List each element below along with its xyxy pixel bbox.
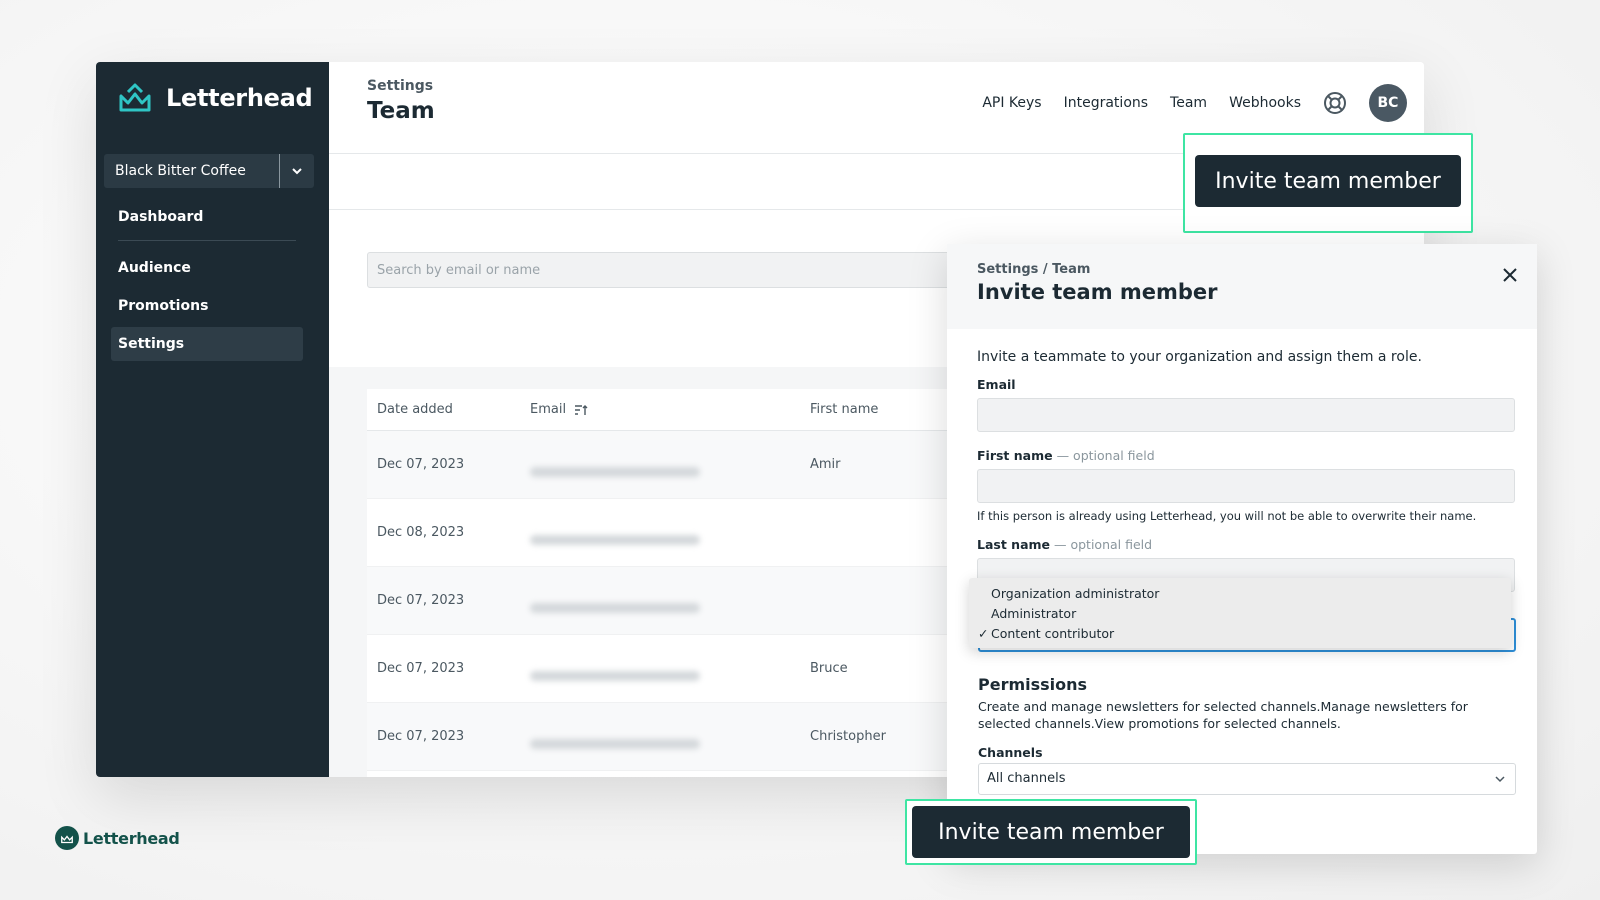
nav-link-team[interactable]: Team bbox=[1170, 95, 1207, 111]
first-name-label: First name — optional field bbox=[977, 448, 1515, 463]
name-help-text: If this person is already using Letterhe… bbox=[977, 509, 1477, 523]
email-field[interactable] bbox=[977, 398, 1515, 432]
permissions-description: Create and manage newsletters for select… bbox=[978, 699, 1468, 731]
redacted-email bbox=[530, 670, 700, 681]
cell-first-name: Christopher bbox=[810, 729, 886, 744]
optional-hint: — optional field bbox=[1050, 537, 1153, 552]
redacted-email bbox=[530, 602, 700, 613]
permissions-title: Permissions bbox=[978, 675, 1088, 694]
letterhead-logo-icon bbox=[55, 826, 79, 850]
nav-link-integrations[interactable]: Integrations bbox=[1064, 95, 1148, 111]
sidebar-item-dashboard[interactable]: Dashboard bbox=[111, 200, 303, 234]
user-avatar[interactable]: BC bbox=[1369, 84, 1407, 122]
role-option-organization-administrator[interactable]: Organization administrator bbox=[969, 584, 1511, 604]
modal-intro: Invite a teammate to your organization a… bbox=[977, 349, 1422, 365]
page-title: Team bbox=[367, 98, 435, 124]
channels-select[interactable]: All channels bbox=[978, 763, 1516, 795]
modal-header: Settings / Team Invite team member bbox=[947, 244, 1537, 329]
role-dropdown-menu: Organization administrator Administrator… bbox=[969, 578, 1511, 648]
cell-date: Dec 07, 2023 bbox=[377, 729, 465, 744]
invite-team-member-button[interactable]: Invite team member bbox=[1195, 155, 1461, 207]
sidebar-item-promotions[interactable]: Promotions bbox=[111, 289, 303, 323]
redacted-email bbox=[530, 466, 700, 477]
channels-label: Channels bbox=[978, 745, 1043, 760]
close-icon[interactable] bbox=[1499, 264, 1521, 286]
modal-title: Invite team member bbox=[977, 280, 1218, 304]
table-row[interactable]: Dec 07, 2023 Amir bbox=[367, 431, 967, 499]
column-label: First name bbox=[810, 402, 879, 417]
cell-date: Dec 07, 2023 bbox=[377, 593, 465, 608]
footer-logo: Letterhead bbox=[55, 826, 180, 850]
search-input[interactable] bbox=[367, 252, 967, 288]
brand-logo[interactable]: Letterhead bbox=[118, 82, 313, 114]
column-header-date-added[interactable]: Date added bbox=[367, 402, 520, 417]
sidebar-nav: Dashboard Audience Promotions Settings bbox=[111, 200, 303, 365]
cell-email-redacted bbox=[520, 589, 800, 613]
cell-first-name: Amir bbox=[810, 457, 841, 472]
table-row[interactable]: Dec 08, 2023 bbox=[367, 499, 967, 567]
email-label: Email bbox=[977, 377, 1016, 392]
cell-email-redacted bbox=[520, 453, 800, 477]
sort-ascending-icon[interactable] bbox=[574, 404, 588, 416]
team-table: Date added Email First name Dec 07, 2023… bbox=[367, 389, 967, 777]
footer-brand-name: Letterhead bbox=[83, 828, 180, 848]
cell-email-redacted bbox=[520, 725, 800, 749]
table-header: Date added Email First name bbox=[367, 389, 967, 431]
invite-button-callout: Invite team member bbox=[1183, 133, 1473, 233]
table-row[interactable]: Dec 07, 2023 Christopher bbox=[367, 703, 967, 771]
role-option-administrator[interactable]: Administrator bbox=[969, 604, 1511, 624]
sidebar-item-audience[interactable]: Audience bbox=[111, 251, 303, 285]
redacted-email bbox=[530, 738, 700, 749]
last-name-label: Last name — optional field bbox=[977, 537, 1515, 552]
chevron-down-icon bbox=[1495, 776, 1505, 783]
invite-team-member-submit-button[interactable]: Invite team member bbox=[912, 806, 1190, 858]
column-header-email[interactable]: Email bbox=[520, 402, 800, 417]
letterhead-logo-icon bbox=[119, 83, 151, 112]
nav-link-api-keys[interactable]: API Keys bbox=[982, 95, 1041, 111]
table-row[interactable]: Dec 07, 2023 Bruce bbox=[367, 635, 967, 703]
organization-selector[interactable]: Black Bitter Coffee bbox=[104, 154, 314, 188]
optional-hint: — optional field bbox=[1052, 448, 1155, 463]
cell-first-name: Bruce bbox=[810, 661, 848, 676]
divider bbox=[118, 240, 296, 241]
role-option-content-contributor[interactable]: ✓ Content contributor bbox=[969, 624, 1511, 644]
cell-date: Dec 08, 2023 bbox=[377, 525, 465, 540]
last-name-label-text: Last name bbox=[977, 537, 1051, 552]
sidebar-item-settings[interactable]: Settings bbox=[111, 327, 303, 361]
first-name-field[interactable] bbox=[977, 469, 1515, 503]
cell-email-redacted bbox=[520, 521, 800, 545]
cell-email-redacted bbox=[520, 657, 800, 681]
table-row[interactable]: Dec 07, 2023 bbox=[367, 567, 967, 635]
brand-name: Letterhead bbox=[166, 84, 313, 112]
sidebar: Letterhead Black Bitter Coffee Dashboard… bbox=[96, 62, 329, 777]
cell-date: Dec 07, 2023 bbox=[377, 661, 465, 676]
column-label: Email bbox=[530, 402, 567, 417]
checkmark-icon: ✓ bbox=[978, 626, 989, 641]
cell-date: Dec 07, 2023 bbox=[377, 457, 465, 472]
role-option-label: Content contributor bbox=[991, 626, 1115, 641]
redacted-email bbox=[530, 534, 700, 545]
organization-name: Black Bitter Coffee bbox=[115, 163, 246, 179]
modal-body: Invite a teammate to your organization a… bbox=[977, 349, 1515, 608]
breadcrumb[interactable]: Settings bbox=[367, 78, 433, 94]
chevron-down-icon[interactable] bbox=[280, 165, 314, 177]
channels-value: All channels bbox=[987, 771, 1066, 786]
invite-submit-callout: Invite team member bbox=[905, 799, 1197, 865]
column-header-first-name[interactable]: First name bbox=[800, 402, 960, 417]
top-nav: API Keys Integrations Team Webhooks BC bbox=[982, 84, 1407, 122]
column-label: Date added bbox=[377, 402, 453, 417]
help-lifebuoy-icon[interactable] bbox=[1323, 91, 1347, 115]
first-name-label-text: First name bbox=[977, 448, 1053, 463]
modal-breadcrumb: Settings / Team bbox=[977, 262, 1091, 277]
nav-link-webhooks[interactable]: Webhooks bbox=[1229, 95, 1301, 111]
